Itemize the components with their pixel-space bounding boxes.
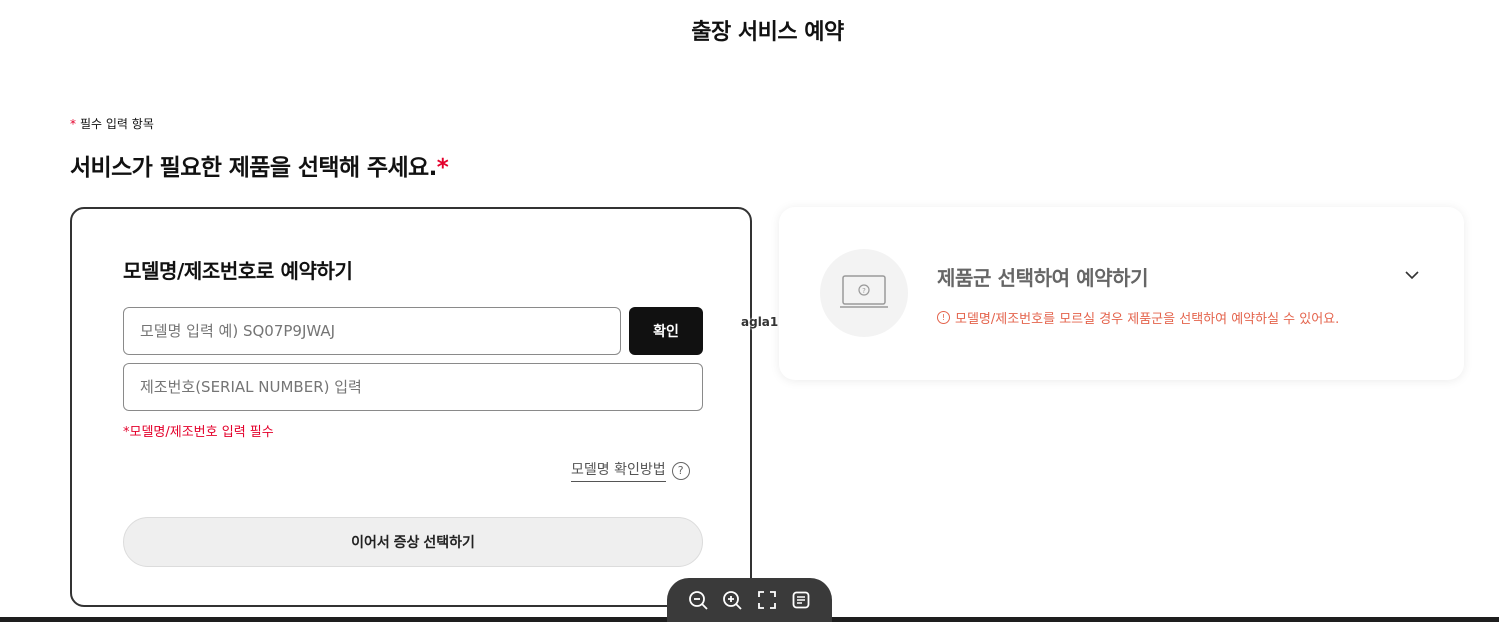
warning-icon: ! [937, 311, 950, 324]
laptop-question-icon: ? [820, 249, 908, 337]
section-title-text: 서비스가 필요한 제품을 선택해 주세요. [70, 155, 437, 181]
model-howto-link[interactable]: 모델명 확인방법 ? [571, 459, 690, 482]
svg-text:?: ? [862, 287, 866, 295]
zoom-out-icon[interactable] [686, 588, 710, 612]
overlay-label: agla1 [741, 315, 779, 329]
next-symptom-button[interactable]: 이어서 증상 선택하기 [123, 517, 703, 567]
required-marker: * [70, 117, 76, 131]
required-note: * 필수 입력 항목 [70, 115, 154, 132]
model-name-input[interactable] [123, 307, 621, 355]
category-reservation-card[interactable]: ? 제품군 선택하여 예약하기 ! 모델명/제조번호를 모르실 경우 제품군을 … [779, 207, 1464, 380]
required-error-text: *모델명/제조번호 입력 필수 [123, 425, 274, 440]
fullscreen-icon[interactable] [755, 588, 779, 612]
section-title: 서비스가 필요한 제품을 선택해 주세요.* [70, 148, 449, 182]
notes-icon[interactable] [789, 588, 813, 612]
question-icon: ? [671, 461, 690, 480]
viewer-toolbar [667, 578, 832, 622]
confirm-button[interactable]: 확인 [629, 307, 703, 355]
required-note-text: 필수 입력 항목 [80, 117, 154, 131]
category-hint: ! 모델명/제조번호를 모르실 경우 제품군을 선택하여 예약하실 수 있어요. [937, 308, 1339, 327]
model-reservation-card: 모델명/제조번호로 예약하기 확인 *모델명/제조번호 입력 필수 모델명 확인… [70, 207, 752, 607]
model-howto-label: 모델명 확인방법 [571, 459, 666, 482]
category-hint-text: 모델명/제조번호를 모르실 경우 제품군을 선택하여 예약하실 수 있어요. [955, 312, 1340, 327]
section-title-required-marker: * [436, 155, 449, 181]
page-title: 출장 서비스 예약 [691, 20, 844, 45]
serial-number-input[interactable] [123, 363, 703, 411]
category-card-title: 제품군 선택하여 예약하기 [937, 266, 1149, 290]
zoom-in-icon[interactable] [720, 588, 744, 612]
chevron-down-icon[interactable] [1402, 265, 1422, 285]
model-card-title: 모델명/제조번호로 예약하기 [123, 259, 353, 283]
